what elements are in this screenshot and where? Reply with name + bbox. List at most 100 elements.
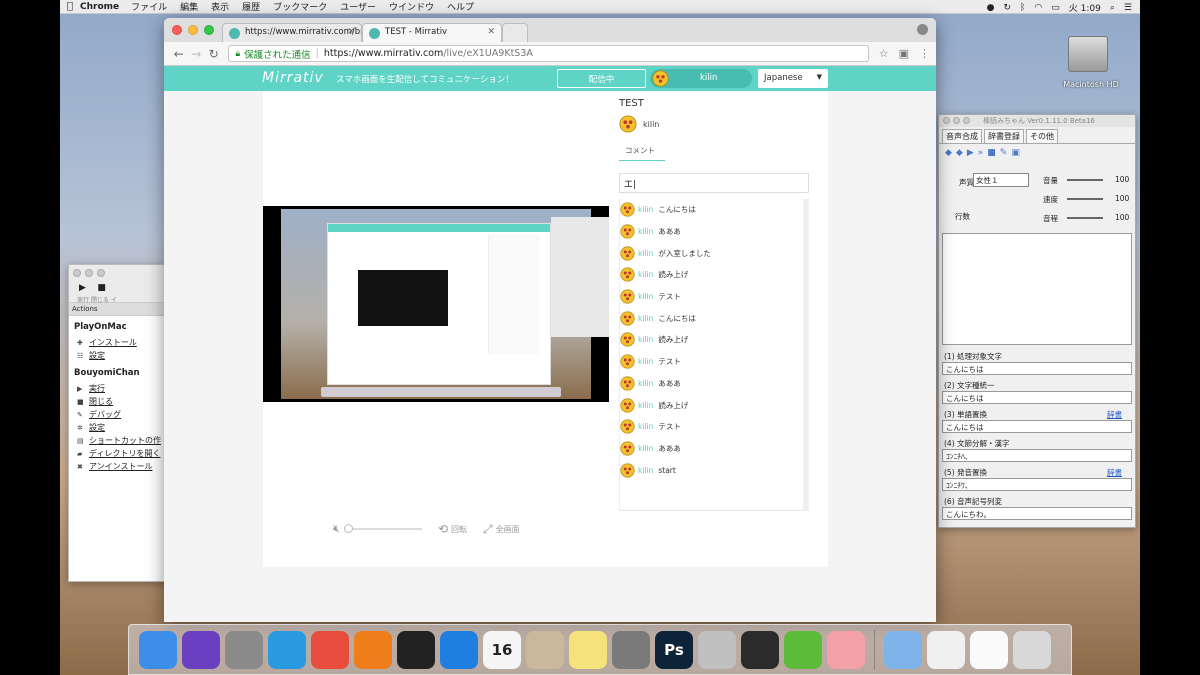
- pitch-slider[interactable]: [1067, 217, 1103, 219]
- tab-voice-synthesis[interactable]: 音声合成: [942, 129, 982, 143]
- notification-center-icon[interactable]: ☰: [1124, 3, 1132, 13]
- comment-scrollbar[interactable]: [803, 199, 809, 511]
- bluetooth-icon[interactable]: ᛒ: [1020, 3, 1025, 13]
- streamer-info[interactable]: kilin: [619, 115, 659, 133]
- voice-select[interactable]: 女性１: [973, 173, 1029, 187]
- commenter-name[interactable]: kilin: [638, 270, 653, 279]
- action-run[interactable]: ▶ 実行: [69, 382, 171, 395]
- sourcetree-icon[interactable]: [698, 630, 736, 669]
- menu-view[interactable]: 表示: [211, 0, 229, 13]
- comment-input[interactable]: エ|: [619, 173, 809, 193]
- action-install[interactable]: ✚ インストール: [69, 336, 171, 349]
- finder-icon[interactable]: [139, 630, 177, 669]
- stage-5-dictionary-link[interactable]: 辞書: [1107, 467, 1132, 478]
- battery-icon[interactable]: ▭: [1051, 3, 1060, 13]
- status-app-icon[interactable]: ●: [987, 3, 995, 13]
- firefox-icon[interactable]: [354, 630, 392, 669]
- rotate-label[interactable]: 回転: [451, 524, 467, 535]
- system-preferences-icon[interactable]: [612, 630, 650, 669]
- action-close[interactable]: ■ 閉じる: [69, 395, 171, 408]
- minimize-icon[interactable]: [85, 269, 93, 277]
- safari-icon[interactable]: [268, 630, 306, 669]
- chrome-icon[interactable]: [311, 630, 349, 669]
- reload-icon[interactable]: ↻: [205, 47, 222, 61]
- volume-slider[interactable]: [1067, 179, 1103, 181]
- zoom-icon[interactable]: [204, 25, 214, 35]
- language-select[interactable]: Japanese ▼: [758, 69, 828, 88]
- rotate-icon[interactable]: ⟲: [438, 522, 448, 536]
- commenter-name[interactable]: kilin: [638, 444, 653, 453]
- menu-file[interactable]: ファイル: [131, 0, 167, 13]
- fullscreen-label[interactable]: 全画面: [496, 524, 520, 535]
- calendar-icon[interactable]: 16: [483, 630, 521, 669]
- apple-icon[interactable]: : [60, 1, 80, 12]
- tab-close-icon[interactable]: ✕: [487, 27, 495, 37]
- clock[interactable]: 火 1:09: [1069, 1, 1101, 14]
- document-icon[interactable]: [970, 630, 1008, 669]
- play-stop-icons[interactable]: ▶ ■: [79, 283, 106, 293]
- commenter-name[interactable]: kilin: [638, 422, 653, 431]
- commenter-name[interactable]: kilin: [638, 227, 653, 236]
- action-open-directory[interactable]: ▰ ディレクトリを開く: [69, 447, 171, 460]
- tab-broadcast[interactable]: https://www.mirrativ.com/broa ✕: [222, 23, 362, 42]
- folder-icon[interactable]: [884, 630, 922, 669]
- action-uninstall[interactable]: ✖ アンインストール: [69, 460, 171, 473]
- screen-sharing-icon[interactable]: [440, 630, 478, 669]
- mirrativ-logo[interactable]: Mirrativ: [262, 70, 324, 86]
- commenter-name[interactable]: kilin: [638, 292, 653, 301]
- volume-knob[interactable]: [343, 524, 353, 533]
- live-status-button[interactable]: 配信中: [557, 69, 646, 88]
- menu-people[interactable]: ユーザー: [340, 0, 376, 13]
- profile-icon[interactable]: [917, 24, 928, 35]
- action-configure[interactable]: ✲ 設定: [69, 421, 171, 434]
- sync-icon[interactable]: ↻: [1003, 3, 1011, 13]
- live-video-player[interactable]: [263, 206, 609, 402]
- commenter-name[interactable]: kilin: [638, 205, 653, 214]
- menu-bookmarks[interactable]: ブックマーク: [273, 0, 327, 13]
- zoom-icon[interactable]: [97, 269, 105, 277]
- preview-icon[interactable]: [526, 630, 564, 669]
- menu-app-name[interactable]: Chrome: [80, 2, 119, 12]
- close-icon[interactable]: [172, 25, 182, 35]
- new-tab-button[interactable]: [502, 23, 528, 42]
- tab-comments[interactable]: コメント: [619, 145, 665, 161]
- notes-icon[interactable]: [569, 630, 607, 669]
- menu-edit[interactable]: 編集: [180, 0, 198, 13]
- commenter-name[interactable]: kilin: [638, 249, 653, 258]
- commenter-name[interactable]: kilin: [638, 335, 653, 344]
- mirrativ-lips-icon[interactable]: [827, 630, 865, 669]
- photoshop-icon[interactable]: Ps: [655, 630, 693, 669]
- forward-icon[interactable]: →: [187, 47, 204, 61]
- minimize-icon[interactable]: [953, 117, 960, 124]
- speed-slider[interactable]: [1067, 198, 1103, 200]
- close-icon[interactable]: [73, 269, 81, 277]
- bouyomi-toolbar[interactable]: ◆◆▶»■✎▣: [939, 144, 1135, 166]
- wifi-icon[interactable]: ◠: [1034, 3, 1042, 13]
- tab-other[interactable]: その他: [1026, 129, 1058, 143]
- commenter-name[interactable]: kilin: [638, 466, 653, 475]
- tab-dictionary[interactable]: 辞書登録: [984, 129, 1024, 143]
- launchpad-icon[interactable]: [225, 630, 263, 669]
- menu-help[interactable]: ヘルプ: [447, 0, 474, 13]
- back-icon[interactable]: ←: [170, 47, 187, 61]
- bookmark-star-icon[interactable]: ☆: [879, 47, 889, 60]
- action-settings[interactable]: ☷ 設定: [69, 349, 171, 362]
- read-text-area[interactable]: [942, 233, 1132, 345]
- commenter-name[interactable]: kilin: [638, 401, 653, 410]
- stage-3-dictionary-link[interactable]: 辞書: [1107, 409, 1132, 420]
- action-debug[interactable]: ✎ デバッグ: [69, 408, 171, 421]
- siri-icon[interactable]: [182, 630, 220, 669]
- terminal-icon[interactable]: [397, 630, 435, 669]
- mute-icon[interactable]: 🔇︎: [333, 522, 340, 536]
- extension-icon[interactable]: ▣: [899, 47, 909, 60]
- tab-close-icon[interactable]: ✕: [347, 27, 355, 37]
- playonmac-icon[interactable]: [784, 630, 822, 669]
- commenter-name[interactable]: kilin: [638, 314, 653, 323]
- address-bar[interactable]: 🔒︎ 保護された通信 | https://www.mirrativ.com /l…: [228, 45, 869, 62]
- minimize-icon[interactable]: [188, 25, 198, 35]
- volume-slider[interactable]: [343, 524, 422, 533]
- spotlight-icon[interactable]: ⌕: [1110, 3, 1115, 13]
- tab-test-mirrativ[interactable]: TEST - Mirrativ ✕: [362, 23, 502, 42]
- obs-icon[interactable]: [741, 630, 779, 669]
- menu-history[interactable]: 履歴: [242, 0, 260, 13]
